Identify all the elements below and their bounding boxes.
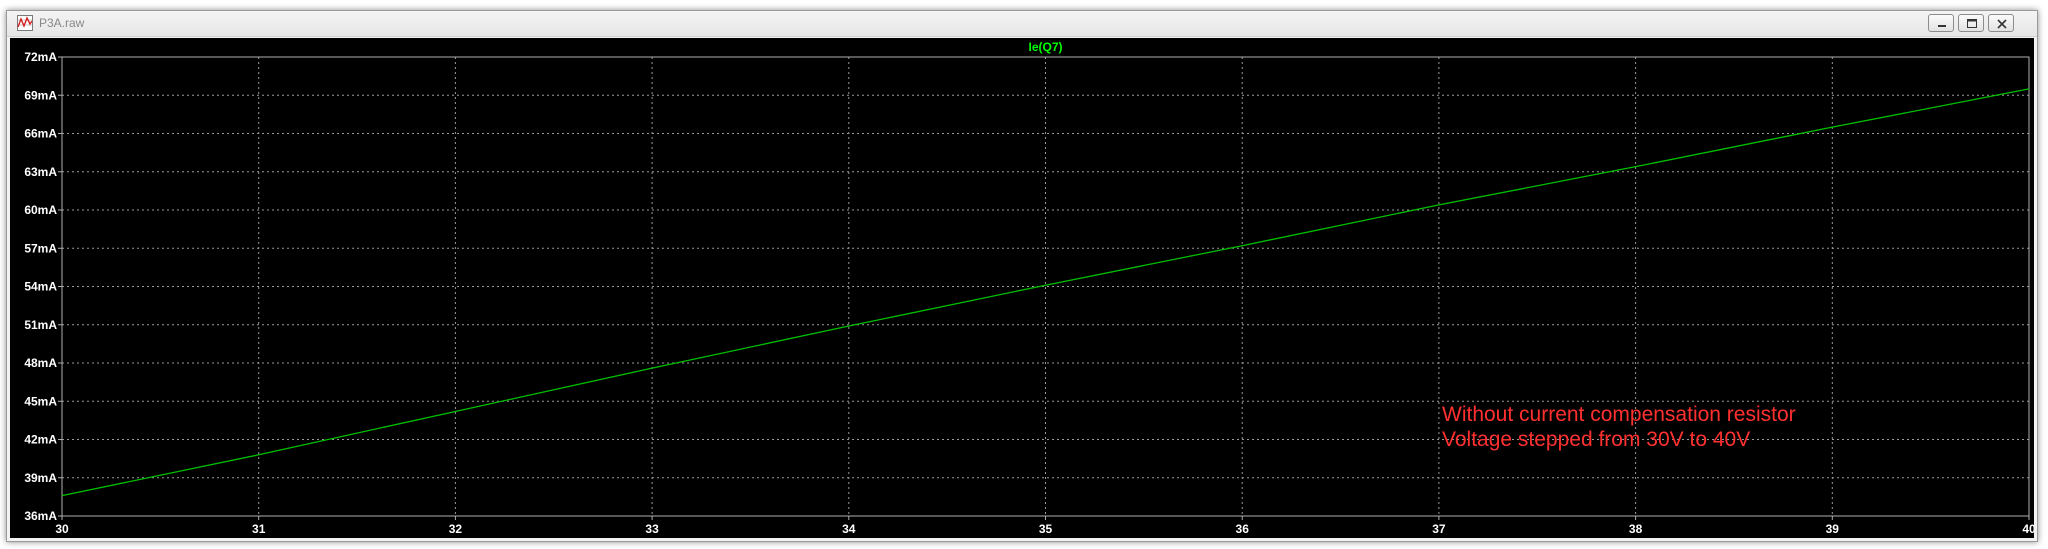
y-tick-label: 60mA — [24, 203, 57, 217]
y-tick-label: 63mA — [24, 165, 57, 179]
title-bar[interactable]: P3A.raw — [7, 11, 2037, 37]
y-tick-label: 36mA — [24, 509, 57, 523]
x-tick-label: 38 — [1629, 522, 1643, 536]
waveform-window: P3A.raw 30 31 32 33 34 35 36 37 38 39 40 36mA 39mA 42… — [6, 10, 2038, 542]
maximize-icon — [1967, 19, 1977, 28]
y-tick-label: 54mA — [24, 280, 57, 294]
window-title: P3A.raw — [39, 16, 85, 30]
waveform-plot[interactable]: 30 31 32 33 34 35 36 37 38 39 40 36mA 39mA 42mA 45mA 48… — [10, 38, 2034, 538]
y-tick-label: 51mA — [24, 318, 57, 332]
y-tick-label: 48mA — [24, 356, 57, 370]
x-tick-label: 31 — [252, 522, 266, 536]
maximize-button[interactable] — [1958, 14, 1984, 32]
y-tick-label: 42mA — [24, 433, 57, 447]
trace-label[interactable]: Ie(Q7) — [1028, 40, 1062, 54]
plot-annotation[interactable]: Voltage stepped from 30V to 40V — [1442, 428, 1750, 451]
close-icon — [1997, 19, 2007, 29]
x-tick-label: 34 — [842, 522, 856, 536]
close-button[interactable] — [1988, 14, 2014, 32]
x-tick-label: 39 — [1826, 522, 1840, 536]
plot-pane[interactable]: 30 31 32 33 34 35 36 37 38 39 40 36mA 39mA 42mA 45mA 48… — [10, 38, 2034, 538]
y-tick-label: 57mA — [24, 241, 57, 255]
y-tick-label: 39mA — [24, 471, 57, 485]
x-tick-label: 37 — [1432, 522, 1446, 536]
y-tick-label: 72mA — [24, 50, 57, 64]
x-tick-label: 35 — [1039, 522, 1053, 536]
waveform-viewer-icon — [17, 15, 33, 31]
x-tick-label: 33 — [645, 522, 659, 536]
y-tick-label: 66mA — [24, 127, 57, 141]
x-tick-label: 36 — [1236, 522, 1250, 536]
x-tick-label: 32 — [449, 522, 463, 536]
minimize-icon — [1938, 25, 1946, 27]
minimize-button[interactable] — [1928, 14, 1954, 32]
x-tick-label: 40 — [2022, 522, 2034, 536]
y-tick-label: 69mA — [24, 88, 57, 102]
plot-annotation[interactable]: Without current compensation resistor — [1442, 403, 1796, 426]
y-tick-label: 45mA — [24, 394, 57, 408]
x-tick-label: 30 — [55, 522, 69, 536]
